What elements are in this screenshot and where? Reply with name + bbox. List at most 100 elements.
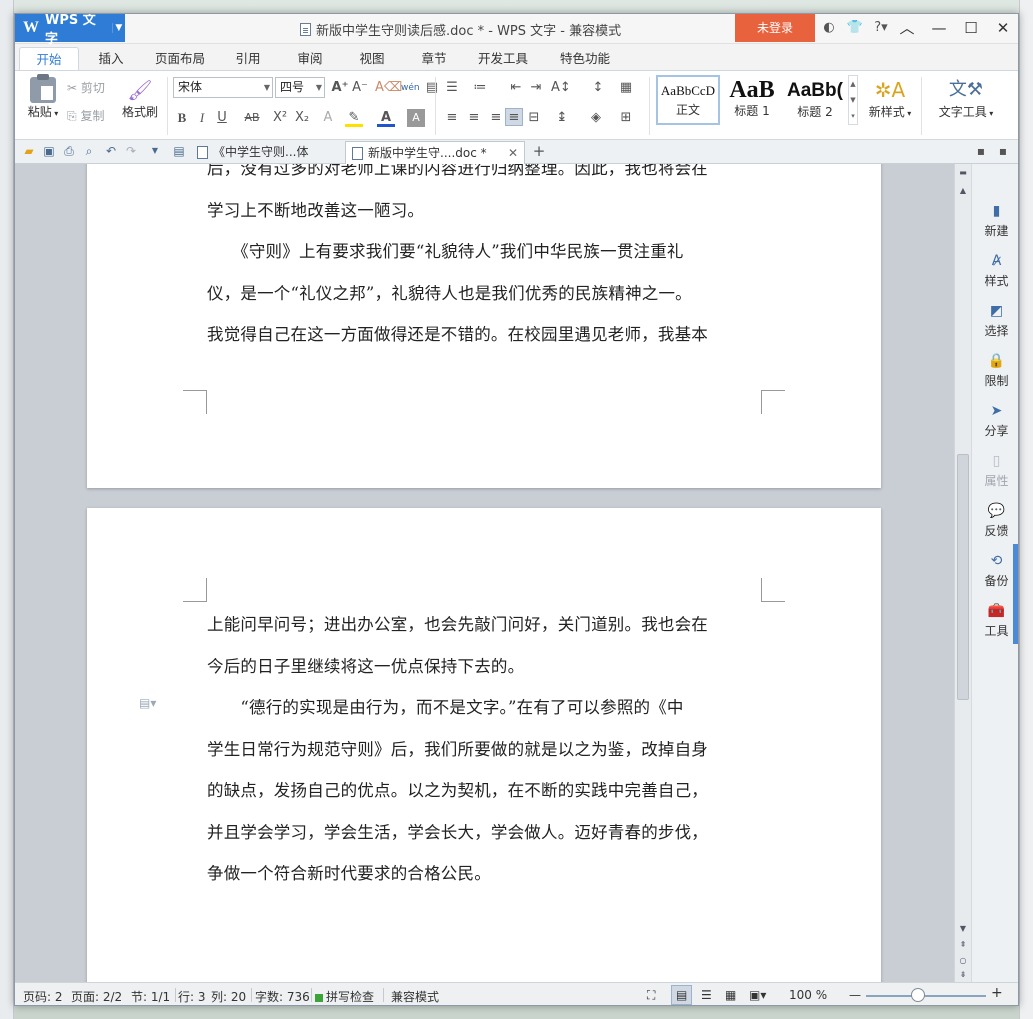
superscript-icon[interactable]: X² bbox=[271, 109, 289, 127]
app-menu-button[interactable]: W WPS 文字 ▼ bbox=[15, 14, 125, 47]
doc-tab-2[interactable]: 新版中学生守....doc * ✕ bbox=[345, 141, 525, 164]
text-direction-icon[interactable]: A↕ bbox=[551, 79, 571, 97]
split-handle-icon[interactable]: ▬ bbox=[955, 168, 971, 177]
zoom-slider-knob[interactable] bbox=[911, 988, 925, 1002]
new-tab-icon[interactable]: + bbox=[531, 143, 547, 159]
reading-view-icon[interactable]: ▣▾ bbox=[749, 988, 766, 1002]
pane-restrict-button[interactable]: 🔒 限制 bbox=[972, 352, 1018, 389]
bullet-list-icon[interactable]: ☰ bbox=[443, 79, 461, 97]
styles-scroll[interactable]: ▲ ▼ ▾ bbox=[848, 75, 858, 125]
collapse-ribbon-icon[interactable]: ︿ bbox=[898, 17, 916, 39]
sort-icon[interactable]: ↕ bbox=[589, 79, 607, 97]
justify-icon[interactable]: ≡ bbox=[505, 108, 523, 126]
open-folder-icon[interactable]: ▰ bbox=[21, 143, 37, 159]
text-tools-button[interactable]: 文⚒ 文字工具 ▾ bbox=[933, 77, 999, 120]
copy-button[interactable]: ⎘ 复制 bbox=[67, 107, 104, 124]
align-center-icon[interactable]: ≡ bbox=[465, 109, 483, 127]
scroll-down-icon[interactable]: ▼ bbox=[955, 924, 971, 933]
borders-icon[interactable]: ⊞ bbox=[617, 109, 635, 127]
align-right-icon[interactable]: ≡ bbox=[487, 109, 505, 127]
style-normal[interactable]: AaBbCcD 正文 bbox=[656, 75, 720, 125]
cut-button[interactable]: ✂ 剪切 bbox=[67, 79, 105, 96]
status-col[interactable]: 列: 20 bbox=[211, 988, 246, 1005]
pane-toggle-icon[interactable]: ▪ bbox=[973, 143, 989, 159]
shading-icon[interactable]: ◈ bbox=[587, 109, 605, 127]
line-spacing-icon[interactable]: ↨ bbox=[553, 109, 571, 127]
doc-tab-1[interactable]: 《中学生守则...体会.doc bbox=[191, 141, 343, 181]
style-heading-1[interactable]: AaB 标题 1 bbox=[722, 75, 782, 125]
previous-page-icon[interactable]: ⇞ bbox=[955, 940, 971, 949]
tab-insert[interactable]: 插入 bbox=[83, 47, 139, 70]
table-borders-icon[interactable]: ▦ bbox=[617, 79, 635, 97]
scroll-up-icon[interactable]: ▲ bbox=[955, 186, 971, 195]
tab-references[interactable]: 引用 bbox=[221, 47, 275, 70]
pane-tools-button[interactable]: 🧰 工具 bbox=[972, 602, 1018, 639]
char-shading-icon[interactable]: A bbox=[407, 109, 425, 127]
pane-style-button[interactable]: A̷ 样式 bbox=[972, 252, 1018, 289]
font-size-select[interactable]: 四号 ▼ bbox=[275, 77, 325, 98]
font-name-select[interactable]: 宋体 ▼ bbox=[173, 77, 273, 98]
maximize-icon[interactable]: ☐ bbox=[962, 17, 980, 39]
tab-view[interactable]: 视图 bbox=[345, 47, 399, 70]
paste-button[interactable]: 粘贴 ▾ bbox=[23, 74, 63, 120]
sync-icon[interactable]: ◐ bbox=[820, 18, 838, 38]
zoom-level[interactable]: 100 % bbox=[789, 988, 827, 1002]
close-tab-icon[interactable]: ✕ bbox=[508, 142, 518, 164]
tab-page-layout[interactable]: 页面布局 bbox=[145, 47, 215, 70]
zoom-slider-track[interactable] bbox=[866, 995, 986, 997]
web-view-icon[interactable]: ▦ bbox=[725, 988, 736, 1002]
status-page-code[interactable]: 页码: 2 bbox=[23, 988, 63, 1005]
spell-check-toggle[interactable]: 拼写检查 bbox=[315, 988, 374, 1005]
underline-icon[interactable]: U bbox=[213, 109, 231, 127]
skin-icon[interactable]: 👕 bbox=[846, 18, 864, 38]
distribute-icon[interactable]: ⊟ bbox=[525, 109, 543, 127]
paragraph-handle-icon[interactable]: ▤▾ bbox=[139, 696, 156, 710]
subscript-icon[interactable]: X₂ bbox=[293, 109, 311, 127]
format-painter-button[interactable]: 🖌 格式刷 bbox=[119, 77, 161, 120]
pane-options-icon[interactable]: ▪ bbox=[995, 143, 1011, 159]
status-row[interactable]: 行: 3 bbox=[178, 988, 206, 1005]
italic-icon[interactable]: I bbox=[193, 109, 211, 127]
grow-font-icon[interactable]: A⁺ bbox=[331, 79, 349, 97]
next-page-icon[interactable]: ⇟ bbox=[955, 970, 971, 979]
close-icon[interactable]: ✕ bbox=[994, 17, 1012, 39]
zoom-in-icon[interactable]: + bbox=[991, 985, 1003, 1001]
print-icon[interactable]: ⎙ bbox=[61, 143, 77, 159]
tab-list-icon[interactable]: ▤ bbox=[171, 143, 187, 159]
pane-expand-handle[interactable] bbox=[1013, 544, 1018, 644]
pane-new-button[interactable]: ▮ 新建 bbox=[972, 202, 1018, 239]
vertical-scrollbar[interactable]: ▬ ▲ ▼ ⇞ ○ ⇟ bbox=[954, 164, 971, 982]
pane-share-button[interactable]: ➤ 分享 bbox=[972, 402, 1018, 439]
minimize-icon[interactable]: — bbox=[930, 17, 948, 39]
clear-format-icon[interactable]: A⌫ bbox=[375, 79, 402, 97]
tab-special[interactable]: 特色功能 bbox=[545, 47, 625, 70]
highlight-icon[interactable]: ✎ bbox=[345, 109, 363, 127]
increase-indent-icon[interactable]: ⇥ bbox=[527, 79, 545, 97]
status-section[interactable]: 节: 1/1 bbox=[131, 988, 170, 1005]
bold-icon[interactable]: B bbox=[173, 109, 191, 127]
browse-object-icon[interactable]: ○ bbox=[955, 956, 971, 965]
scroll-thumb[interactable] bbox=[957, 454, 969, 700]
page-2[interactable]: ▤▾ 上能问早问号；进出办公室，也会先敲门问好，关门道别。我也会在 今后的日子里… bbox=[87, 508, 881, 982]
pane-feedback-button[interactable]: 💬 反馈 bbox=[972, 502, 1018, 539]
page-1[interactable]: 后，没有过多的对老师上课的内容进行归纳整理。因此，我也将会在 学习上不断地改善这… bbox=[87, 164, 881, 488]
customize-toolbar-icon[interactable]: ▼ bbox=[147, 143, 163, 159]
phonetic-guide-icon[interactable]: wén bbox=[401, 79, 420, 97]
pane-select-button[interactable]: ◩ 选择 bbox=[972, 302, 1018, 339]
shrink-font-icon[interactable]: A⁻ bbox=[351, 79, 369, 97]
numbered-list-icon[interactable]: ≔ bbox=[471, 79, 489, 97]
print-preview-icon[interactable]: ⌕ bbox=[81, 143, 97, 159]
text-effect-icon[interactable]: A bbox=[319, 109, 337, 127]
decrease-indent-icon[interactable]: ⇤ bbox=[507, 79, 525, 97]
tab-developer[interactable]: 开发工具 bbox=[470, 47, 536, 70]
pane-backup-button[interactable]: ⟲ 备份 bbox=[972, 552, 1018, 589]
tab-home[interactable]: 开始 bbox=[19, 47, 79, 70]
outline-view-icon[interactable]: ☰ bbox=[701, 988, 712, 1002]
font-color-icon[interactable]: A bbox=[377, 109, 395, 127]
login-button[interactable]: 未登录 bbox=[735, 14, 815, 42]
style-heading-2[interactable]: AaBb( 标题 2 bbox=[784, 75, 846, 125]
pane-properties-button[interactable]: ▯ 属性 bbox=[972, 452, 1018, 489]
help-icon[interactable]: ?▾ bbox=[872, 18, 890, 38]
redo-icon[interactable]: ↷ bbox=[123, 143, 139, 159]
status-pages[interactable]: 页面: 2/2 bbox=[71, 988, 122, 1005]
